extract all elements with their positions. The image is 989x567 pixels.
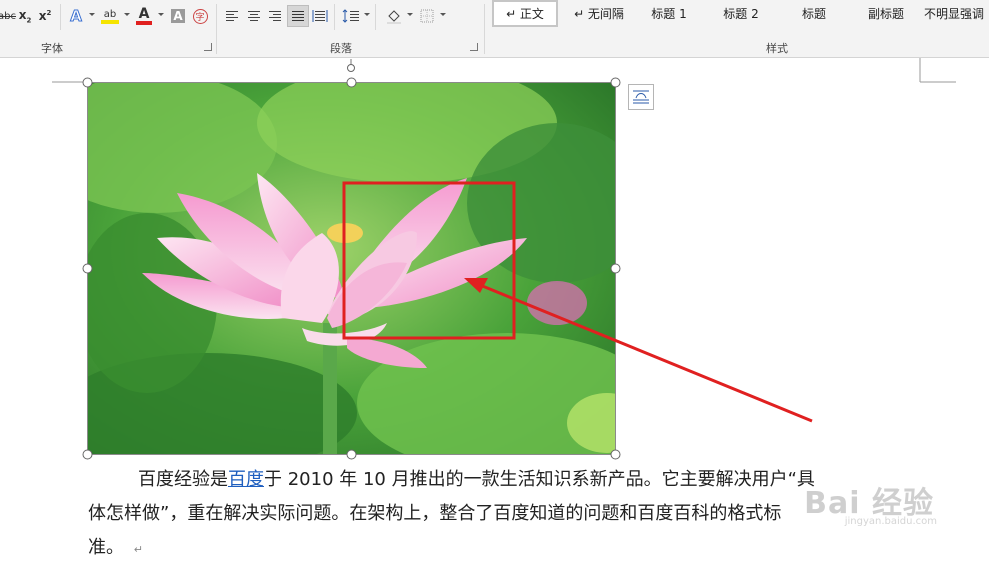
body-paragraph: 百度经验是百度于 2010 年 10 月推出的一款生活知识系新产品。它主要解决用… xyxy=(88,463,908,497)
distributed-icon xyxy=(312,10,328,22)
divider xyxy=(60,4,61,30)
text-effects-icon: A xyxy=(70,7,83,26)
style-heading-1[interactable]: 标题 1 xyxy=(637,0,701,27)
divider xyxy=(484,4,485,54)
chevron-down-icon[interactable] xyxy=(440,13,446,16)
justify-icon xyxy=(292,11,304,21)
strikethrough-button[interactable]: abc xyxy=(0,6,16,26)
baidu-watermark-url: jingyan.baidu.com xyxy=(844,516,937,527)
text-effects-button[interactable]: A xyxy=(66,6,86,26)
shading-button[interactable] xyxy=(383,6,405,26)
divider xyxy=(334,4,335,30)
paint-bucket-icon xyxy=(387,10,401,24)
body-paragraph-line2: 体怎样做”，重在解决实际问题。在架构上，整合了百度知道的问题和百度百科的格式标 xyxy=(88,503,782,524)
rotate-handle[interactable] xyxy=(346,58,356,72)
red-annotation xyxy=(342,181,813,423)
document-page[interactable]: 百度经验是百度于 2010 年 10 月推出的一款生活知识系新产品。它主要解决用… xyxy=(0,58,989,562)
paragraph-group-label: 段落 xyxy=(330,42,352,55)
char-shading-button[interactable]: A xyxy=(170,6,186,26)
highlight-box xyxy=(342,181,516,340)
subscript-icon: x2 xyxy=(18,7,32,25)
enclose-char-icon: 字 xyxy=(192,8,208,24)
font-color-icon: A xyxy=(138,6,150,22)
distributed-button[interactable] xyxy=(311,6,329,26)
highlighter-icon: ab xyxy=(103,8,117,20)
superscript-icon: x2 xyxy=(38,9,52,23)
paragraph-mark: ↵ xyxy=(133,543,143,556)
font-group-label: 字体 xyxy=(41,42,63,55)
subscript-button[interactable]: x2 xyxy=(17,6,33,26)
style-subtitle[interactable]: 副标题 xyxy=(854,0,918,27)
font-color-button[interactable]: A xyxy=(134,6,154,26)
text-run: 于 2010 年 10 月推出的一款生活知识系新产品。它主要解决用户“具 xyxy=(264,469,815,490)
borders-icon xyxy=(420,9,434,23)
layout-options-icon xyxy=(633,90,649,104)
justify-button[interactable] xyxy=(287,5,309,27)
style-title[interactable]: 标题 xyxy=(782,0,846,27)
highlight-button[interactable]: ab xyxy=(99,6,121,26)
chevron-down-icon[interactable] xyxy=(89,13,95,16)
align-left-button[interactable] xyxy=(223,6,241,26)
line-spacing-icon xyxy=(342,9,359,23)
superscript-button[interactable]: x2 xyxy=(37,6,53,26)
layout-options-button[interactable] xyxy=(628,84,654,110)
chevron-down-icon[interactable] xyxy=(124,13,130,16)
font-dialog-launcher-icon[interactable] xyxy=(204,43,212,51)
style-subtle-emphasis[interactable]: 不明显强调 xyxy=(924,0,989,27)
font-color-bar xyxy=(136,21,152,25)
highlight-color-bar xyxy=(101,19,119,24)
align-center-button[interactable] xyxy=(245,6,263,26)
divider xyxy=(216,4,217,54)
chevron-down-icon[interactable] xyxy=(364,13,370,16)
enclose-char-button[interactable]: 字 xyxy=(191,6,209,26)
align-center-icon xyxy=(248,11,260,21)
line-spacing-button[interactable] xyxy=(341,6,361,26)
text-run: 百度经验是 xyxy=(138,469,228,490)
ribbon: abc x2 x2 A ab A A 字 字体 段落 ↵ 正文 ↵ 无间隔 标题… xyxy=(0,0,989,58)
style-no-spacing[interactable]: ↵ 无间隔 xyxy=(566,0,632,27)
chevron-down-icon[interactable] xyxy=(407,13,413,16)
baidu-link[interactable]: 百度 xyxy=(228,469,264,490)
styles-group-label: 样式 xyxy=(766,42,788,55)
borders-button[interactable] xyxy=(418,6,436,26)
text-run: 准。 xyxy=(88,537,124,558)
align-right-button[interactable] xyxy=(266,6,284,26)
arrow-line xyxy=(479,283,813,423)
style-normal[interactable]: ↵ 正文 xyxy=(492,0,558,27)
style-heading-2[interactable]: 标题 2 xyxy=(709,0,773,27)
chevron-down-icon[interactable] xyxy=(158,13,164,16)
char-shading-icon: A xyxy=(171,9,185,23)
align-left-icon xyxy=(226,11,238,21)
divider xyxy=(375,4,376,30)
align-right-icon xyxy=(269,11,281,21)
strikethrough-icon: abc xyxy=(0,10,16,22)
paragraph-dialog-launcher-icon[interactable] xyxy=(470,43,478,51)
